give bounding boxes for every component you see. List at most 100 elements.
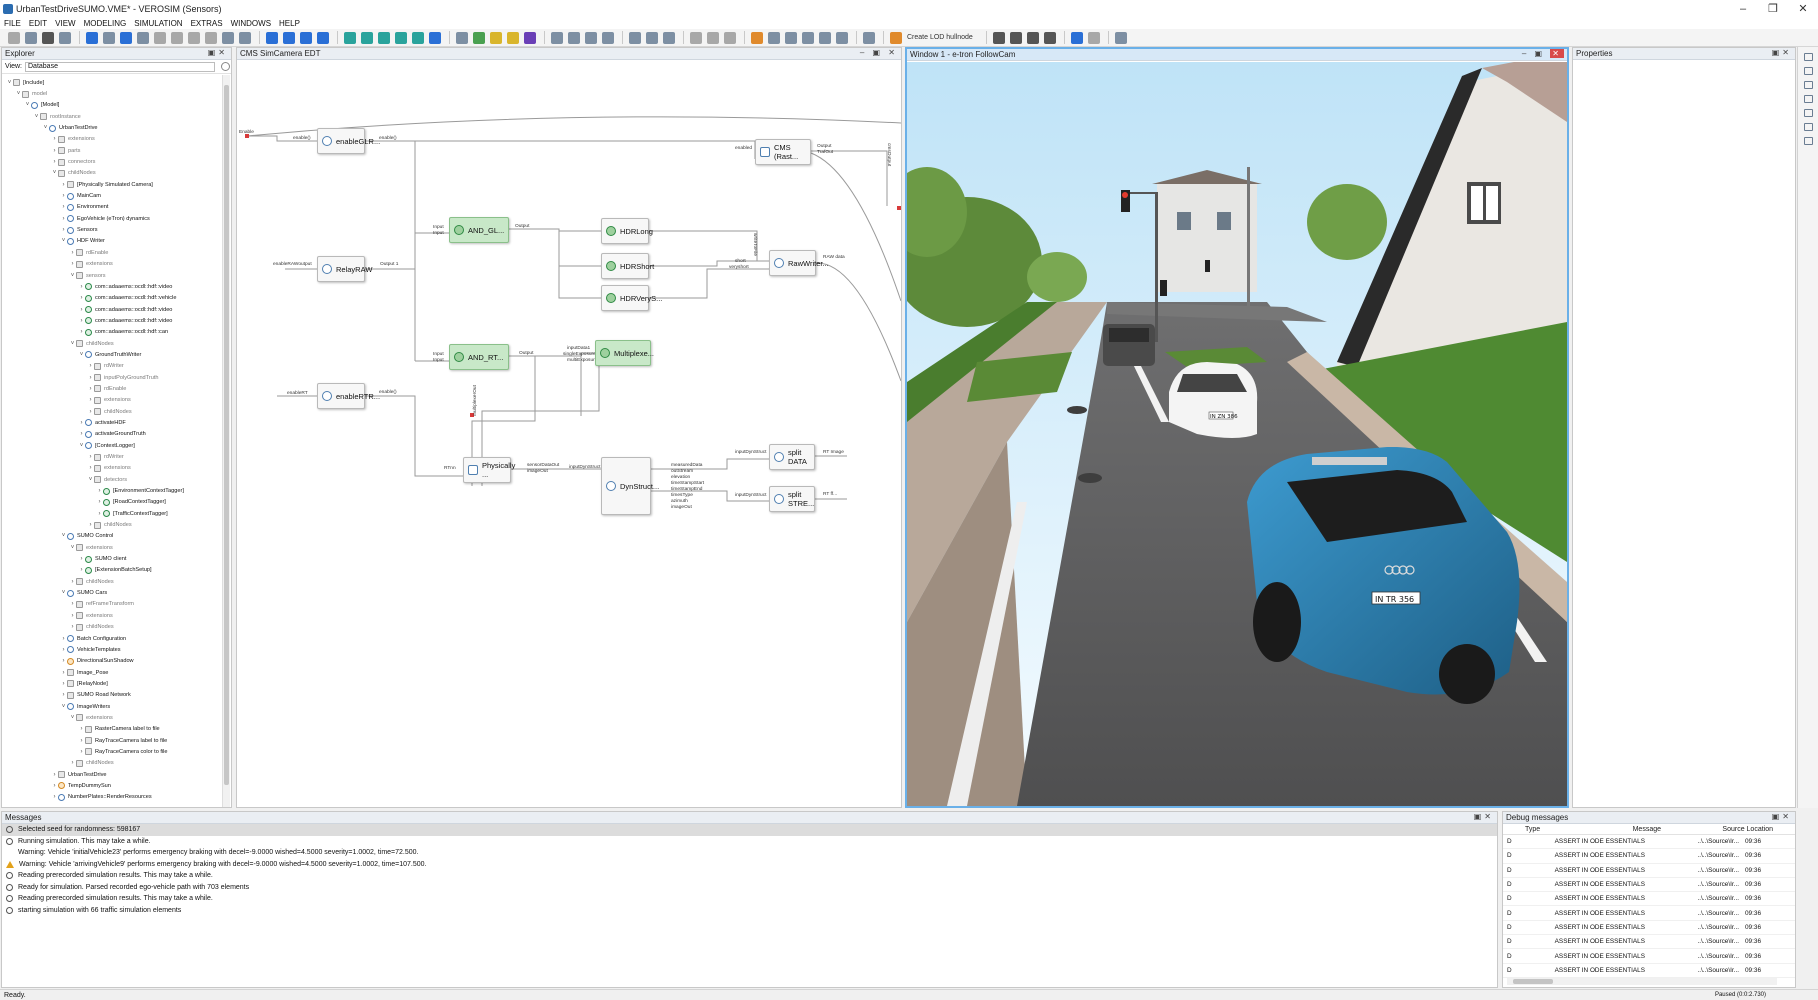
select-icon[interactable] <box>266 31 278 44</box>
create-lod-hullnode-button[interactable]: Create LOD hullnode <box>907 34 973 41</box>
tree-node[interactable]: › [ExtensionBatchSetup] <box>2 565 222 576</box>
sensor-list-icon[interactable] <box>1803 123 1813 131</box>
collapsed-arrow-icon[interactable]: › <box>69 250 76 256</box>
debug-row[interactable]: D ASSERT IN ODE ESSENTIALS ..\..\Source\Ir… <box>1503 835 1795 850</box>
explorer-scrollbar[interactable] <box>222 75 230 807</box>
restore-icon[interactable]: ❐ <box>1758 0 1788 17</box>
tree-node[interactable]: › RayTraceCamera color to file <box>2 746 222 757</box>
paste-icon[interactable] <box>239 31 251 44</box>
tree-node[interactable]: › inputPolyGroundTruth <box>2 372 222 383</box>
scrollbar-thumb[interactable] <box>1513 979 1553 984</box>
history-icon[interactable] <box>1803 95 1813 103</box>
collapsed-arrow-icon[interactable]: › <box>78 307 85 313</box>
expanded-arrow-icon[interactable]: ˅ <box>24 102 31 108</box>
expanded-arrow-icon[interactable]: ˅ <box>33 114 40 120</box>
material-icon[interactable] <box>524 31 536 44</box>
tree-node[interactable]: › MainCam <box>2 190 222 201</box>
collapsed-arrow-icon[interactable]: › <box>51 794 58 800</box>
menu-help[interactable]: HELP <box>279 19 300 28</box>
collapsed-arrow-icon[interactable]: › <box>69 624 76 630</box>
save-icon[interactable] <box>42 31 54 44</box>
messages-list[interactable]: Selected seed for randomness: 598167 Runn… <box>2 824 1497 916</box>
tree-node[interactable]: ˅ SUMO Control <box>2 531 222 542</box>
properties-tool-icon[interactable] <box>1803 53 1813 61</box>
tree-node[interactable]: › RasterCamera label to file <box>2 724 222 735</box>
close-icon[interactable]: ✕ <box>1788 0 1818 17</box>
message-row[interactable]: Warning: Vehicle 'arrivingVehicle9' perf… <box>2 859 1497 871</box>
expanded-arrow-icon[interactable]: ˅ <box>42 125 49 131</box>
pin-icon[interactable] <box>707 31 719 44</box>
collapsed-arrow-icon[interactable]: › <box>60 670 67 676</box>
tree-node[interactable]: › childNodes <box>2 519 222 530</box>
scrollbar-thumb[interactable] <box>224 85 229 785</box>
expanded-arrow-icon[interactable]: ˅ <box>69 545 76 551</box>
message-row[interactable]: starting simulation with 66 traffic simu… <box>2 905 1497 917</box>
redo-icon[interactable] <box>205 31 217 44</box>
tree-node[interactable]: › com::adaaems::ocdl::hdf::video <box>2 304 222 315</box>
link-icon[interactable] <box>344 31 356 44</box>
stop-icon[interactable] <box>120 31 132 44</box>
column-type[interactable]: Type <box>1503 826 1543 833</box>
copy-icon[interactable] <box>222 31 234 44</box>
expanded-arrow-icon[interactable]: ˅ <box>60 704 67 710</box>
connect-icon[interactable] <box>361 31 373 44</box>
camera-icon[interactable] <box>585 31 597 44</box>
collapsed-arrow-icon[interactable]: › <box>87 454 94 460</box>
collapsed-arrow-icon[interactable]: › <box>96 511 103 517</box>
menu-edit[interactable]: EDIT <box>29 19 47 28</box>
tree-node[interactable]: › rdWriter <box>2 451 222 462</box>
panel-controls[interactable]: ▣✕ <box>1772 812 1792 821</box>
gear-remove-icon[interactable] <box>1026 31 1039 44</box>
outline-icon[interactable] <box>1803 81 1813 89</box>
collapsed-arrow-icon[interactable]: › <box>87 465 94 471</box>
graph-node-cms[interactable]: CMS (Rast... <box>755 139 811 165</box>
tree-node[interactable]: › [TrafficContextTagger] <box>2 508 222 519</box>
menu-file[interactable]: FILE <box>4 19 21 28</box>
brush-icon[interactable] <box>568 31 580 44</box>
tree-node[interactable]: › extensions <box>2 610 222 621</box>
tree-node[interactable]: ˅ UrbanTestDrive <box>2 122 222 133</box>
view-icon[interactable] <box>836 31 848 44</box>
collapsed-arrow-icon[interactable]: › <box>78 431 85 437</box>
expanded-arrow-icon[interactable]: ˅ <box>69 273 76 279</box>
lod-icon[interactable] <box>890 31 902 44</box>
reset-icon[interactable] <box>137 31 149 44</box>
debug-row[interactable]: D ASSERT IN ODE ESSENTIALS ..\..\Source\Ir… <box>1503 935 1795 950</box>
scale-icon[interactable] <box>317 31 329 44</box>
graph-node-dynstruct[interactable]: DynStruct... <box>601 457 659 515</box>
tree-node[interactable]: ˅ extensions <box>2 542 222 553</box>
sun-icon[interactable] <box>507 31 519 44</box>
graph-node-split-stre[interactable]: split STRE... <box>769 486 815 512</box>
expanded-arrow-icon[interactable]: ˅ <box>60 590 67 596</box>
tree-node[interactable]: ˅ extensions <box>2 712 222 723</box>
tree-node[interactable]: › [RelayNode] <box>2 678 222 689</box>
collapsed-arrow-icon[interactable]: › <box>78 284 85 290</box>
collapsed-arrow-icon[interactable]: › <box>78 567 85 573</box>
collapsed-arrow-icon[interactable]: › <box>60 193 67 199</box>
message-row[interactable]: Selected seed for randomness: 598167 <box>2 824 1497 836</box>
debug-row[interactable]: D ASSERT IN ODE ESSENTIALS ..\..\Source\Ir… <box>1503 849 1795 864</box>
tree-node[interactable]: › childNodes <box>2 758 222 769</box>
debug-hscrollbar[interactable] <box>1507 978 1777 985</box>
tree-node[interactable]: › [RoadContextTagger] <box>2 497 222 508</box>
tree-node[interactable]: ˅ GroundTruthWriter <box>2 349 222 360</box>
collapsed-arrow-icon[interactable]: › <box>51 159 58 165</box>
move-icon[interactable] <box>283 31 295 44</box>
menu-modeling[interactable]: MODELING <box>84 19 127 28</box>
search-icon[interactable] <box>221 62 230 71</box>
expanded-arrow-icon[interactable]: ˅ <box>78 352 85 358</box>
tree-node[interactable]: ˅ SUMO Cars <box>2 587 222 598</box>
expanded-arrow-icon[interactable]: ˅ <box>51 170 58 176</box>
record-icon[interactable] <box>171 31 183 44</box>
tree-node[interactable]: › childNodes <box>2 406 222 417</box>
search-icon[interactable] <box>819 31 831 44</box>
back-arrow-icon[interactable] <box>1070 31 1083 44</box>
tree-node[interactable]: › Image_Pose <box>2 667 222 678</box>
tree-node[interactable]: ˅ HDF Writer <box>2 236 222 247</box>
gear-config-icon[interactable] <box>1043 31 1056 44</box>
graph-node-relayraw[interactable]: RelayRAW <box>317 256 372 282</box>
grid-icon[interactable] <box>602 31 614 44</box>
transform-icon[interactable] <box>412 31 424 44</box>
tree-node[interactable]: › activateGroundTruth <box>2 429 222 440</box>
graph-node-hdrverys[interactable]: HDRVeryS... <box>601 285 662 311</box>
